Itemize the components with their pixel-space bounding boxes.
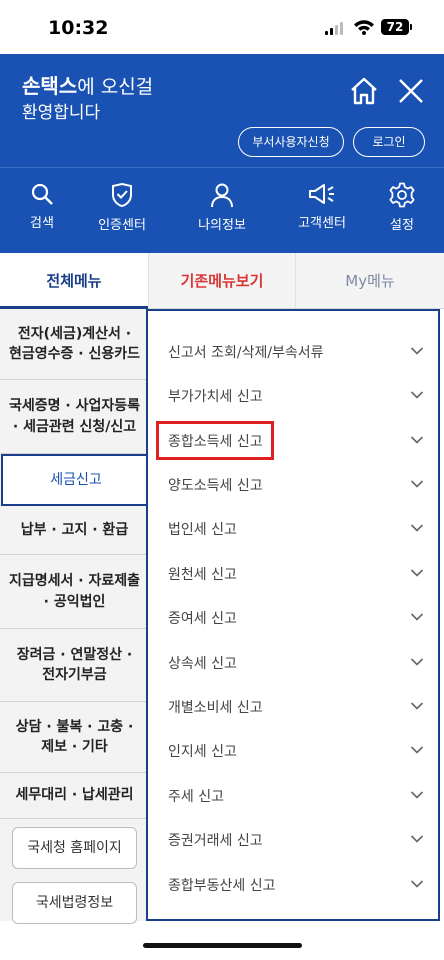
megaphone-icon bbox=[309, 184, 334, 204]
submenu-item[interactable]: 개별소비세 신고 bbox=[148, 685, 438, 729]
submenu-item[interactable]: 양도소득세 신고 bbox=[148, 463, 438, 507]
cellular-signal-icon bbox=[325, 22, 343, 35]
tab-my-menu[interactable]: My메뉴 bbox=[296, 253, 444, 309]
category-label: 세금신고 bbox=[50, 471, 102, 488]
submenu-item[interactable]: 인지세 신고 bbox=[148, 729, 438, 773]
category-incentive[interactable]: 장려금 · 연말정산 · 전자기부금 bbox=[0, 629, 149, 702]
customer-center-label: 고객센터 bbox=[298, 216, 346, 231]
category-label: 상담 · 불복 · 고충 · 제보 · 기타 bbox=[15, 718, 134, 755]
nts-homepage-button[interactable]: 국세청 홈페이지 bbox=[12, 827, 137, 869]
submenu-item[interactable]: 법인세 신고 bbox=[148, 507, 438, 551]
my-info-label: 나의정보 bbox=[198, 218, 246, 233]
person-icon bbox=[211, 183, 233, 208]
category-e-invoice[interactable]: 전자(세금)계산서 · 현금영수증 · 신용카드 bbox=[0, 309, 149, 380]
gear-icon bbox=[389, 182, 415, 208]
status-bar: 10:32 72 bbox=[0, 0, 444, 54]
submenu-item[interactable]: 증권거래세 신고 bbox=[148, 818, 438, 862]
chevron-down-icon bbox=[410, 613, 424, 621]
chevron-down-icon bbox=[410, 835, 424, 843]
chevron-down-icon bbox=[410, 791, 424, 799]
category-label: 납부 · 고지 · 환급 bbox=[20, 521, 129, 538]
category-tax-agent[interactable]: 세무대리 · 납세관리 bbox=[0, 773, 149, 819]
chevron-down-icon bbox=[410, 436, 424, 444]
submenu-item[interactable]: 상속세 신고 bbox=[148, 641, 438, 685]
category-label: 지급명세서 · 자료제출 · 공익법인 bbox=[9, 573, 140, 610]
close-icon[interactable] bbox=[396, 76, 426, 106]
search-menu-label: 검색 bbox=[30, 216, 54, 231]
category-consult[interactable]: 상담 · 불복 · 고충 · 제보 · 기타 bbox=[0, 702, 149, 773]
brand-name: 손택스 bbox=[22, 74, 78, 98]
category-payment[interactable]: 납부 · 고지 · 환급 bbox=[0, 506, 149, 555]
home-icon[interactable] bbox=[348, 76, 380, 106]
app-header: 손택스에 오신걸 환영합니다 부서사용자신청 로그인 bbox=[0, 54, 444, 167]
category-label: 국세증명 · 사업자등록 · 세금관련 신청/신고 bbox=[9, 398, 140, 435]
chevron-down-icon bbox=[410, 880, 424, 888]
chevron-down-icon bbox=[410, 658, 424, 666]
icon-menu-bar: 검색 인증센터 나의정보 고객센터 설정 bbox=[0, 167, 444, 253]
category-tax-filing[interactable]: 세금신고 bbox=[1, 454, 149, 506]
search-icon bbox=[31, 183, 53, 205]
settings-label: 설정 bbox=[390, 218, 414, 233]
submenu-item[interactable]: 주세 신고 bbox=[148, 774, 438, 818]
menu-tabs: 전체메뉴 기존메뉴보기 My메뉴 bbox=[0, 253, 444, 309]
chevron-down-icon bbox=[410, 702, 424, 710]
chevron-down-icon bbox=[410, 746, 424, 754]
tax-law-info-button[interactable]: 국세법령정보 bbox=[12, 882, 137, 924]
category-label: 전자(세금)계산서 · 현금영수증 · 신용카드 bbox=[9, 325, 140, 362]
category-certificate[interactable]: 국세증명 · 사업자등록 · 세금관련 신청/신고 bbox=[0, 380, 149, 454]
submenu-item[interactable]: 부가가치세 신고 bbox=[148, 374, 438, 418]
submenu-item[interactable]: 신고서 조회/삭제/부속서류 bbox=[148, 330, 438, 374]
auth-center-button[interactable]: 인증센터 bbox=[77, 182, 167, 233]
category-sidebar: 전자(세금)계산서 · 현금영수증 · 신용카드 국세증명 · 사업자등록 · 세금… bbox=[0, 309, 149, 924]
chevron-down-icon bbox=[410, 347, 424, 355]
chevron-down-icon bbox=[410, 569, 424, 577]
chevron-down-icon bbox=[410, 391, 424, 399]
search-menu-button[interactable]: 검색 bbox=[0, 182, 87, 231]
login-button[interactable]: 로그인 bbox=[353, 127, 425, 157]
submenu-item[interactable]: 증여세 신고 bbox=[148, 596, 438, 640]
category-statement[interactable]: 지급명세서 · 자료제출 · 공익법인 bbox=[0, 555, 149, 629]
tab-old-menu[interactable]: 기존메뉴보기 bbox=[148, 253, 296, 309]
dept-user-apply-button[interactable]: 부서사용자신청 bbox=[238, 127, 344, 157]
battery-tip bbox=[410, 24, 412, 30]
status-time: 10:32 bbox=[48, 17, 109, 39]
category-label: 장려금 · 연말정산 · 전자기부금 bbox=[16, 646, 133, 683]
submenu-item-income-tax[interactable]: 종합소득세 신고 bbox=[148, 419, 438, 463]
auth-center-label: 인증센터 bbox=[98, 218, 146, 233]
greeting-line2: 환영합니다 bbox=[22, 103, 101, 123]
chevron-down-icon bbox=[410, 480, 424, 488]
customer-center-button[interactable]: 고객센터 bbox=[277, 182, 367, 231]
category-label: 세무대리 · 납세관리 bbox=[15, 787, 134, 804]
home-indicator bbox=[143, 943, 302, 948]
greeting-text: 에 오신걸 bbox=[77, 76, 154, 98]
chevron-down-icon bbox=[410, 524, 424, 532]
shield-check-icon bbox=[112, 182, 132, 208]
submenu-item[interactable]: 원천세 신고 bbox=[148, 552, 438, 596]
wifi-icon bbox=[354, 20, 374, 35]
my-info-button[interactable]: 나의정보 bbox=[177, 182, 267, 233]
battery-icon: 72 bbox=[381, 19, 409, 35]
tab-all-menu[interactable]: 전체메뉴 bbox=[0, 253, 148, 309]
submenu-item[interactable]: 종합부동산세 신고 bbox=[148, 863, 438, 907]
greeting: 손택스에 오신걸 bbox=[22, 70, 153, 99]
settings-button[interactable]: 설정 bbox=[357, 182, 444, 233]
submenu-panel: 신고서 조회/삭제/부속서류 부가가치세 신고 종합소득세 신고 양도소득세 신… bbox=[146, 309, 440, 921]
